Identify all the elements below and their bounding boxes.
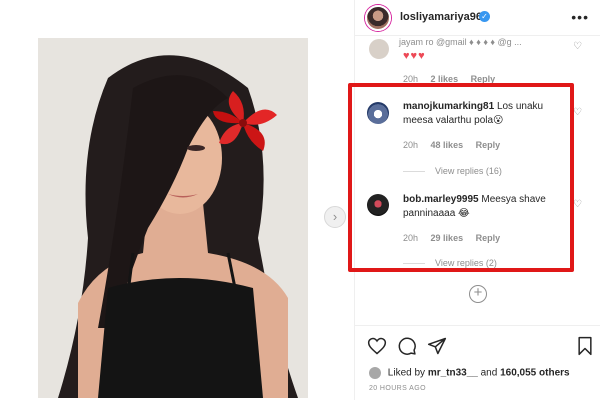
liker-avatar[interactable] — [369, 367, 381, 379]
liked-by-user[interactable]: mr_tn33__ — [428, 368, 478, 379]
heart-emoji-text: ♥♥♥ — [403, 50, 426, 62]
bookmark-icon[interactable] — [575, 336, 595, 356]
comment-body: manojkumarking81 Los unaku meesa valarth… — [403, 100, 573, 128]
view-replies-button[interactable]: View replies (2) — [403, 258, 497, 268]
comment-meta: 20h 29 likes Reply — [403, 233, 510, 243]
author-avatar[interactable] — [365, 5, 391, 31]
post-photo-art — [38, 38, 308, 398]
heart-icon[interactable]: ♡ — [573, 199, 582, 210]
comment-time: 20h — [403, 74, 419, 84]
post-side-panel: losliyamariya96 ✓ ••• jayam ro @gmail ♦ … — [354, 0, 600, 400]
heart-icon[interactable]: ♡ — [573, 107, 582, 118]
author-username[interactable]: losliyamariya96 — [400, 11, 482, 23]
comment-username[interactable]: bob.marley9995 — [403, 194, 479, 205]
partial-comment-text: jayam ro @gmail ♦ ♦ ♦ ♦ @g ... — [399, 37, 522, 47]
share-icon[interactable] — [427, 336, 447, 356]
heart-icon[interactable] — [367, 336, 387, 356]
comment-likes[interactable]: 48 likes — [431, 140, 464, 150]
heart-icon[interactable]: ♡ — [573, 41, 582, 52]
next-media-button[interactable]: › — [324, 206, 346, 228]
comment-icon[interactable] — [397, 336, 417, 356]
comment-meta: 20h 2 likes Reply — [403, 74, 505, 84]
comment-meta: 20h 48 likes Reply — [403, 140, 510, 150]
reply-button[interactable]: Reply — [476, 233, 501, 243]
liked-by-summary: Liked by mr_tn33__ and 160,055 others — [369, 367, 570, 379]
post-photo[interactable] — [38, 38, 308, 398]
liked-by-count[interactable]: 160,055 others — [500, 368, 570, 379]
view-replies-button[interactable]: View replies (16) — [403, 166, 502, 176]
comment-likes[interactable]: 2 likes — [431, 74, 459, 84]
comment-avatar[interactable] — [369, 39, 389, 59]
reply-button[interactable]: Reply — [471, 74, 496, 84]
view-replies-label: View replies (16) — [435, 166, 502, 176]
comment-time: 20h — [403, 233, 419, 243]
liked-by-mid: and — [480, 367, 498, 379]
comment-body: bob.marley9995 Meesya shave panninaaaa 😂 — [403, 193, 573, 221]
divider — [403, 171, 425, 173]
post-media-area: › — [0, 0, 352, 400]
post-actions: Liked by mr_tn33__ and 160,055 others 20… — [355, 325, 600, 400]
post-timestamp[interactable]: 20 HOURS AGO — [369, 385, 426, 392]
comment-avatar[interactable] — [367, 102, 389, 124]
plus-circle-icon[interactable]: + — [469, 285, 487, 303]
liked-by-prefix: Liked by — [387, 367, 426, 379]
comment-avatar[interactable] — [367, 194, 389, 216]
view-replies-label: View replies (2) — [435, 258, 497, 268]
comment-likes[interactable]: 29 likes — [431, 233, 464, 243]
chevron-right-icon: › — [332, 209, 338, 224]
divider — [403, 263, 425, 265]
post-header: losliyamariya96 ✓ ••• — [355, 0, 600, 36]
more-options-icon[interactable]: ••• — [571, 9, 589, 25]
verified-icon: ✓ — [479, 11, 490, 22]
comments-list: jayam ro @gmail ♦ ♦ ♦ ♦ @g ... ♥♥♥ ♡ 20h… — [355, 37, 600, 285]
comment-time: 20h — [403, 140, 419, 150]
reply-button[interactable]: Reply — [476, 140, 501, 150]
comment-username[interactable]: manojkumarking81 — [403, 101, 494, 112]
